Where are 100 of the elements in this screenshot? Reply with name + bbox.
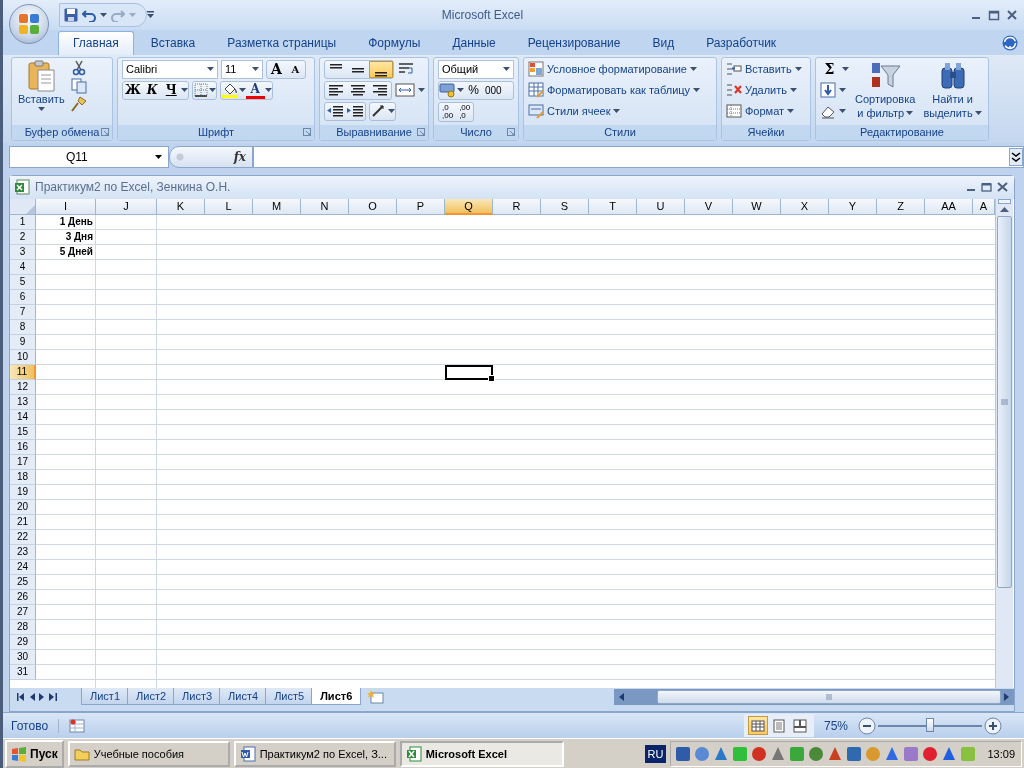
tray-app-icon[interactable] bbox=[846, 745, 863, 762]
caret-icon[interactable] bbox=[418, 88, 425, 93]
increase-indent-icon[interactable] bbox=[345, 103, 365, 120]
next-sheet-icon[interactable] bbox=[39, 692, 45, 701]
scissors-icon[interactable] bbox=[70, 59, 87, 76]
font-size-field[interactable]: 11 bbox=[221, 59, 263, 79]
cells-menu-button[interactable]: Формат bbox=[726, 101, 802, 121]
caret-icon[interactable] bbox=[613, 109, 621, 114]
styles-menu-button[interactable]: Форматировать как таблицу bbox=[528, 80, 701, 100]
tray-app-icon[interactable] bbox=[827, 745, 844, 762]
tray-app-icon[interactable] bbox=[922, 745, 939, 762]
caret-icon[interactable] bbox=[842, 67, 849, 72]
tray-app-icon[interactable] bbox=[770, 745, 787, 762]
fill-color-icon[interactable] bbox=[220, 81, 239, 100]
zoom-out-icon[interactable] bbox=[858, 716, 876, 735]
tray-app-icon[interactable] bbox=[884, 745, 901, 762]
horizontal-scrollbar[interactable] bbox=[614, 688, 1014, 705]
sheet-tab[interactable]: Лист5 bbox=[265, 688, 314, 706]
customize-icon[interactable] bbox=[147, 10, 155, 19]
sheet-tab[interactable]: Лист4 bbox=[219, 688, 268, 706]
format-painter-icon[interactable] bbox=[70, 95, 87, 112]
borders-icon[interactable] bbox=[192, 82, 209, 99]
sheet-tab[interactable]: Лист3 bbox=[173, 688, 222, 706]
tray-app-icon[interactable] bbox=[941, 745, 958, 762]
caret-icon[interactable] bbox=[689, 67, 697, 72]
merge-cells-icon[interactable] bbox=[395, 82, 415, 99]
styles-menu-button[interactable]: Условное форматирование bbox=[528, 59, 701, 79]
dialog-launcher-icon[interactable] bbox=[507, 127, 515, 136]
fill-down-icon[interactable] bbox=[820, 82, 836, 99]
close-icon[interactable] bbox=[1006, 8, 1018, 21]
cells-menu-button[interactable]: Вставить bbox=[726, 59, 802, 79]
align-right-icon[interactable] bbox=[371, 82, 389, 99]
caret-icon[interactable] bbox=[787, 109, 795, 114]
ribbon-tab[interactable]: Вид bbox=[637, 30, 690, 55]
tray-app-icon[interactable] bbox=[713, 745, 730, 762]
splitter-handle-icon[interactable] bbox=[176, 152, 184, 161]
active-cell[interactable] bbox=[445, 364, 493, 380]
dialog-launcher-icon[interactable] bbox=[101, 127, 109, 136]
sheet-tab[interactable]: Лист1 bbox=[81, 688, 130, 706]
caret-icon[interactable] bbox=[37, 106, 45, 111]
formula-field[interactable] bbox=[253, 145, 1024, 168]
taskbar-button[interactable]: Практикум2 по Excel, З... bbox=[233, 740, 396, 767]
dialog-launcher-icon[interactable] bbox=[417, 127, 425, 136]
underline-button[interactable]: Ч bbox=[161, 81, 181, 99]
caret-icon[interactable] bbox=[264, 88, 272, 93]
dialog-launcher-icon[interactable] bbox=[303, 127, 311, 136]
zoom-in-icon[interactable] bbox=[984, 716, 1002, 735]
shrink-font-button[interactable]: A bbox=[286, 60, 305, 78]
save-icon[interactable] bbox=[64, 7, 78, 22]
decrease-decimal-button[interactable]: ,00 ,0 bbox=[456, 103, 474, 120]
zoom-level[interactable]: 75% bbox=[823, 718, 848, 733]
expand-formula-bar-icon[interactable] bbox=[1009, 147, 1023, 166]
prev-sheet-icon[interactable] bbox=[29, 692, 35, 701]
align-left-icon[interactable] bbox=[327, 82, 345, 99]
caret-icon[interactable] bbox=[457, 88, 464, 93]
percent-button[interactable]: % bbox=[464, 81, 483, 99]
language-indicator[interactable]: RU bbox=[644, 744, 667, 763]
currency-icon[interactable] bbox=[439, 82, 457, 99]
macro-record-icon[interactable] bbox=[69, 718, 86, 733]
grow-font-button[interactable]: A bbox=[267, 60, 286, 78]
ribbon-tab[interactable]: Данные bbox=[437, 30, 511, 55]
italic-button[interactable]: К bbox=[142, 81, 162, 99]
first-sheet-icon[interactable] bbox=[17, 692, 25, 701]
ribbon-tab[interactable]: Формулы bbox=[353, 30, 436, 55]
caret-icon[interactable] bbox=[974, 111, 982, 116]
help-icon[interactable] bbox=[1002, 34, 1018, 51]
vertical-scrollbar[interactable] bbox=[995, 198, 1013, 688]
undo-icon[interactable] bbox=[82, 7, 96, 22]
scroll-left-icon[interactable] bbox=[617, 691, 625, 702]
find-select-button[interactable]: Найти и выделить bbox=[921, 59, 984, 120]
number-format-field[interactable]: Общий bbox=[438, 59, 514, 79]
zoom-slider-thumb[interactable] bbox=[926, 717, 934, 732]
caret-icon[interactable] bbox=[906, 111, 914, 116]
caret-icon[interactable] bbox=[503, 67, 510, 72]
caret-icon[interactable] bbox=[794, 67, 802, 72]
caret-icon[interactable] bbox=[839, 109, 846, 114]
caret-icon[interactable] bbox=[238, 88, 246, 93]
sheet-tab[interactable]: Лист2 bbox=[127, 688, 176, 706]
increase-decimal-button[interactable]: ,0 ,00 bbox=[439, 103, 457, 120]
caret-icon[interactable] bbox=[207, 67, 214, 72]
styles-menu-button[interactable]: Стили ячеек bbox=[528, 101, 701, 121]
caret-icon[interactable] bbox=[839, 88, 846, 93]
thousands-button[interactable]: 000 bbox=[483, 81, 504, 99]
tray-app-icon[interactable] bbox=[675, 745, 692, 762]
restore-icon[interactable] bbox=[981, 182, 992, 193]
sheet-tab[interactable]: Лист6 bbox=[311, 688, 362, 706]
close-icon[interactable] bbox=[997, 182, 1008, 193]
tray-app-icon[interactable] bbox=[808, 745, 825, 762]
sort-filter-button[interactable]: Сортировка и фильтр bbox=[853, 59, 918, 120]
decrease-indent-icon[interactable] bbox=[325, 103, 345, 120]
normal-view-button[interactable] bbox=[747, 716, 768, 736]
ribbon-tab[interactable]: Разметка страницы bbox=[212, 30, 352, 55]
caret-icon[interactable] bbox=[100, 12, 107, 17]
cells-menu-button[interactable]: Удалить bbox=[726, 80, 802, 100]
caret-icon[interactable] bbox=[208, 88, 216, 93]
autosum-button[interactable]: Σ bbox=[820, 60, 839, 78]
last-sheet-icon[interactable] bbox=[49, 692, 57, 701]
bold-button[interactable]: Ж bbox=[123, 81, 143, 99]
name-box[interactable]: Q11 bbox=[9, 145, 169, 168]
fill-handle[interactable] bbox=[488, 374, 495, 382]
